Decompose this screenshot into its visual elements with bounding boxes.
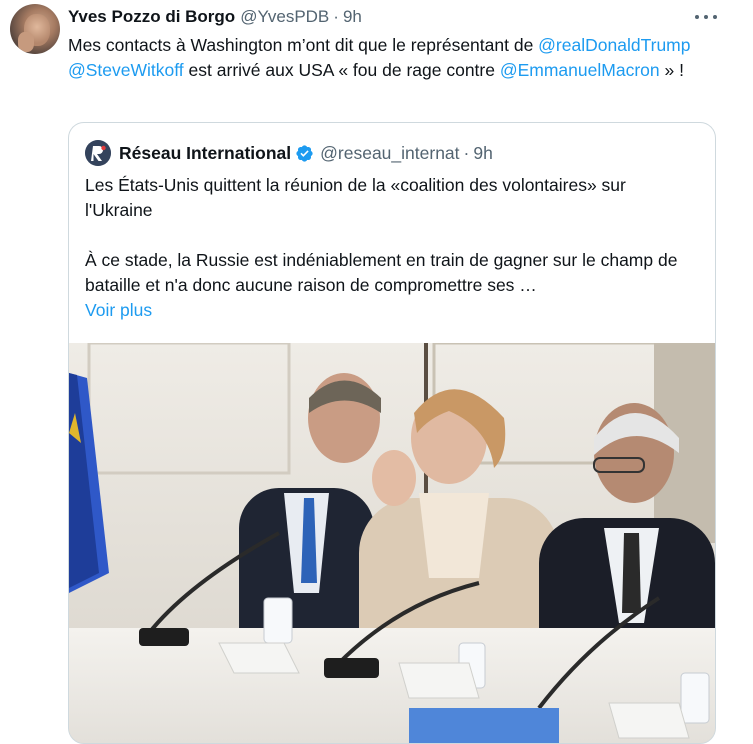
mention-link[interactable]: @SteveWitkoff	[68, 60, 184, 80]
author-handle[interactable]: @YvesPDB	[240, 7, 329, 27]
mention-link[interactable]: @EmmanuelMacron	[500, 60, 660, 80]
meeting-photo	[69, 343, 715, 743]
reseau-logo-icon	[85, 140, 111, 166]
quoted-tweet[interactable]: Réseau International @reseau_internat · …	[68, 122, 716, 744]
quoted-tweet-text: Les États-Unis quittent la réunion de la…	[85, 173, 697, 323]
tweet-text: Mes contacts à Washington m’ont dit que …	[68, 33, 728, 83]
quoted-tweet-header: Réseau International @reseau_internat · …	[85, 139, 493, 167]
author-name[interactable]: Yves Pozzo di Borgo	[68, 7, 235, 27]
tweet-text-part: » !	[659, 60, 684, 80]
separator-dot: ·	[333, 7, 339, 26]
more-options-icon[interactable]	[695, 8, 717, 26]
tweet[interactable]: Yves Pozzo di Borgo @YvesPDB · 9h Mes co…	[0, 0, 753, 744]
quoted-tweet-photo[interactable]	[69, 343, 715, 743]
quoted-author-name[interactable]: Réseau International	[119, 143, 291, 164]
quoted-paragraph: À ce stade, la Russie est indéniablement…	[85, 250, 678, 295]
see-more-link[interactable]: Voir plus	[85, 300, 152, 320]
tweet-text-part: Mes contacts à Washington m’ont dit que …	[68, 35, 539, 55]
tweet-time[interactable]: 9h	[343, 7, 362, 27]
separator-dot: ·	[463, 142, 470, 163]
tweet-header: Yves Pozzo di Borgo @YvesPDB · 9h	[68, 6, 362, 28]
avatar-hand	[18, 32, 34, 52]
tweet-text-part: est arrivé aux USA « fou de rage contre	[183, 60, 500, 80]
quoted-tweet-time[interactable]: 9h	[473, 143, 492, 164]
mention-link[interactable]: @realDonaldTrump	[538, 35, 690, 55]
verified-badge-icon	[296, 144, 313, 162]
quoted-paragraph: Les États-Unis quittent la réunion de la…	[85, 175, 626, 220]
author-avatar[interactable]	[10, 4, 60, 54]
quoted-author-handle[interactable]: @reseau_internat	[320, 143, 459, 164]
quoted-author-avatar[interactable]	[85, 140, 111, 166]
